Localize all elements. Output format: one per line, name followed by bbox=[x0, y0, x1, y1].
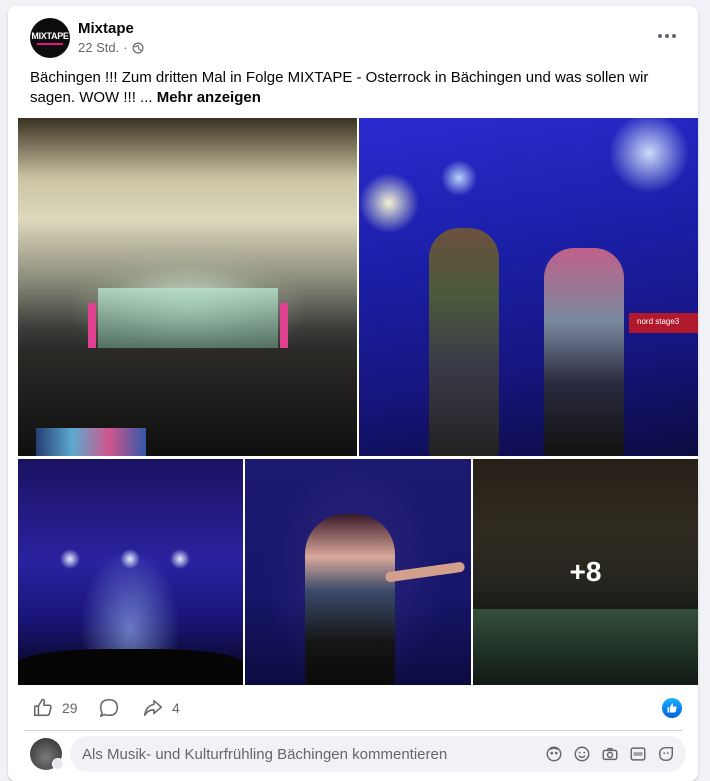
emoji-icon[interactable] bbox=[572, 744, 592, 764]
comment-composer: Als Musik- und Kulturfrühling Bächingen … bbox=[8, 734, 698, 778]
post-text: Bächingen !!! Zum dritten Mal in Folge M… bbox=[30, 68, 680, 108]
photo-singers-duet[interactable]: nord stage3 bbox=[359, 118, 698, 456]
like-button[interactable]: 29 bbox=[32, 690, 78, 726]
globe-icon bbox=[132, 42, 144, 53]
photo-banner-left bbox=[88, 303, 96, 353]
photo-hall-crowd[interactable] bbox=[18, 118, 357, 456]
thumbs-up-small-icon bbox=[667, 703, 677, 713]
post-meta: 22 Std. · bbox=[78, 40, 144, 55]
photo-singer-arm bbox=[384, 561, 466, 583]
comment-input[interactable]: Als Musik- und Kulturfrühling Bächingen … bbox=[70, 736, 686, 772]
comment-button[interactable] bbox=[98, 690, 120, 726]
avatar-sticker-icon[interactable] bbox=[544, 744, 564, 764]
photo-singer-male bbox=[429, 228, 499, 456]
post-body: Bächingen !!! Zum dritten Mal in Folge M… bbox=[30, 69, 649, 106]
camera-icon[interactable] bbox=[600, 744, 620, 764]
more-photos-count[interactable]: +8 bbox=[473, 459, 698, 685]
photo-singer-solo[interactable] bbox=[245, 459, 471, 685]
photo-keyboard-label: nord stage3 bbox=[637, 317, 680, 326]
share-icon bbox=[143, 699, 163, 717]
post-actions: 29 4 bbox=[8, 690, 698, 726]
share-button[interactable]: 4 bbox=[142, 690, 180, 726]
gif-icon[interactable] bbox=[628, 744, 648, 764]
comment-tools bbox=[544, 744, 676, 764]
avatar-logo-underline bbox=[37, 42, 63, 45]
comment-placeholder: Als Musik- und Kulturfrühling Bächingen … bbox=[82, 746, 448, 763]
page-name[interactable]: Mixtape bbox=[78, 20, 134, 37]
actions-divider bbox=[24, 730, 682, 731]
dot-icon bbox=[665, 34, 669, 38]
share-count: 4 bbox=[172, 700, 180, 716]
thumbs-up-icon bbox=[33, 698, 52, 717]
like-count: 29 bbox=[62, 700, 78, 716]
dot-icon bbox=[658, 34, 662, 38]
post-header: MIXTAPE Mixtape 22 Std. · bbox=[8, 6, 698, 66]
photo-banner-right bbox=[280, 303, 288, 353]
post-card: MIXTAPE Mixtape 22 Std. · Bächingen !!! … bbox=[8, 6, 698, 781]
page-avatar[interactable]: MIXTAPE bbox=[30, 18, 70, 58]
like-reaction-icon[interactable] bbox=[662, 698, 682, 718]
meta-separator: · bbox=[123, 40, 128, 55]
photo-stage-lights[interactable] bbox=[18, 459, 243, 685]
dot-icon bbox=[672, 34, 676, 38]
avatar-logo-text: MIXTAPE bbox=[31, 30, 69, 41]
photo-singer-female bbox=[544, 248, 624, 456]
photo-mixing-desk bbox=[36, 428, 146, 456]
comment-icon bbox=[99, 698, 119, 718]
post-time[interactable]: 22 Std. bbox=[78, 40, 119, 55]
more-options-button[interactable] bbox=[652, 24, 682, 48]
sticker-icon[interactable] bbox=[656, 744, 676, 764]
photo-singer bbox=[305, 514, 395, 685]
see-more-link[interactable]: Mehr anzeigen bbox=[157, 89, 261, 106]
photo-crowd-silhouette bbox=[18, 649, 243, 685]
chevron-down-icon[interactable] bbox=[52, 758, 64, 770]
photo-crowd-more[interactable]: +8 bbox=[473, 459, 698, 685]
photo-grid: nord stage3 +8 bbox=[18, 118, 698, 685]
